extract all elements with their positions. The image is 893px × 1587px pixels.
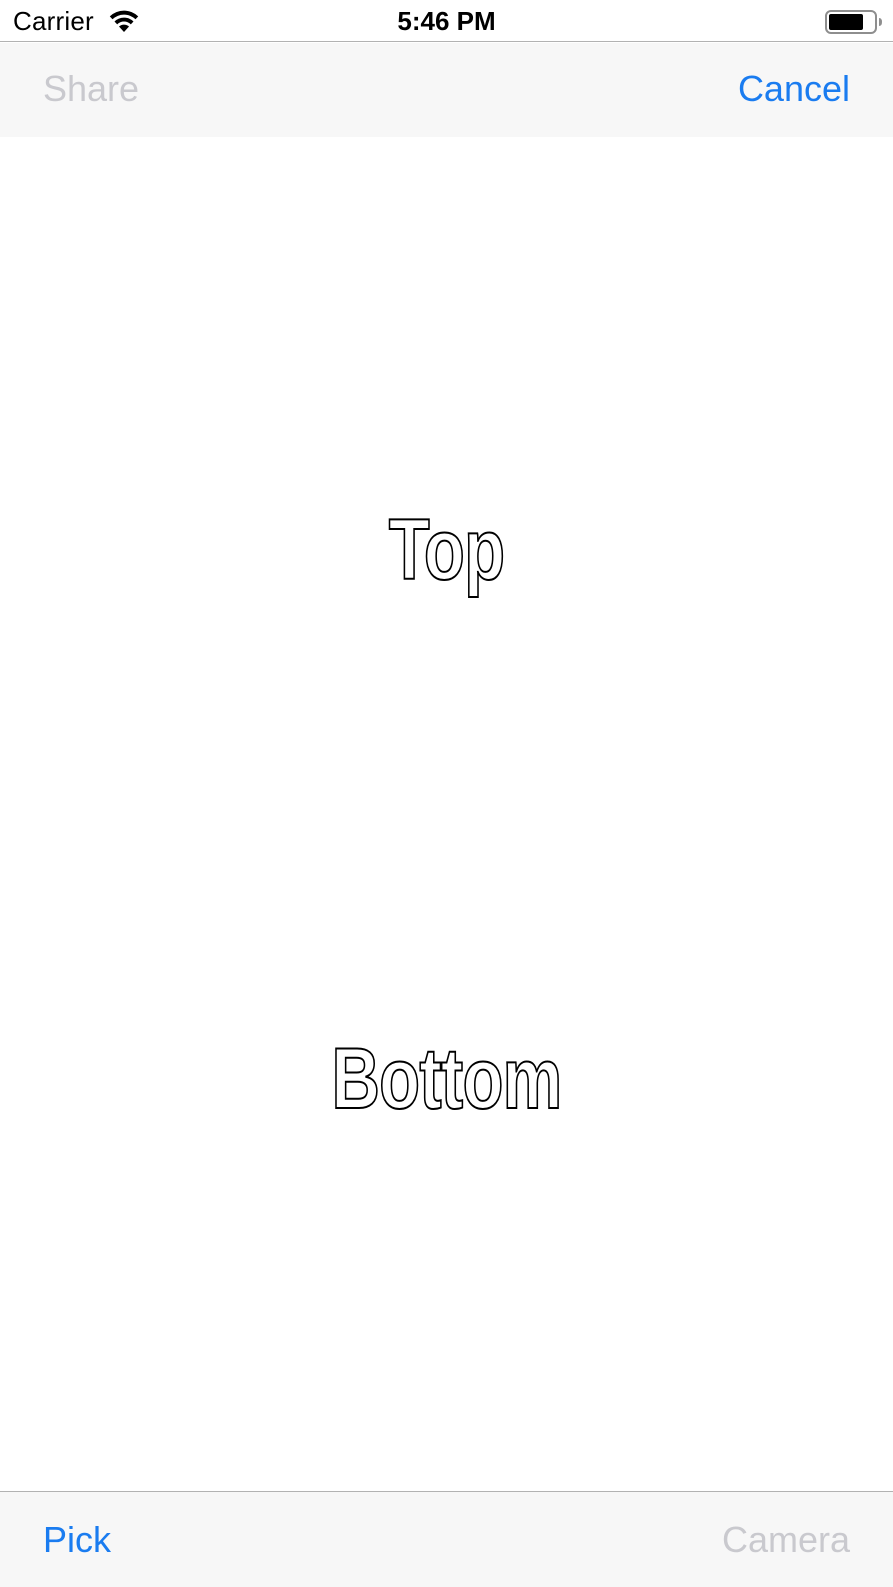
meme-bottom-text[interactable]: Bottom — [98, 1033, 795, 1125]
bottom-toolbar: Pick Camera — [0, 1491, 893, 1587]
meme-top-text[interactable]: Top — [98, 504, 795, 596]
status-time: 5:46 PM — [397, 6, 496, 36]
cancel-button[interactable]: Cancel — [738, 69, 850, 109]
camera-button[interactable]: Camera — [722, 1520, 850, 1560]
top-navigation-bar: Share Cancel — [0, 43, 893, 137]
meme-canvas[interactable]: Top Bottom — [0, 137, 893, 1491]
battery-icon — [825, 10, 883, 34]
share-button[interactable]: Share — [43, 69, 139, 109]
meme-editor-screen: Carrier 5:46 PM Share Cancel Top Bottom … — [0, 0, 893, 1587]
status-bar: Carrier 5:46 PM — [0, 0, 893, 42]
pick-button[interactable]: Pick — [43, 1520, 111, 1560]
